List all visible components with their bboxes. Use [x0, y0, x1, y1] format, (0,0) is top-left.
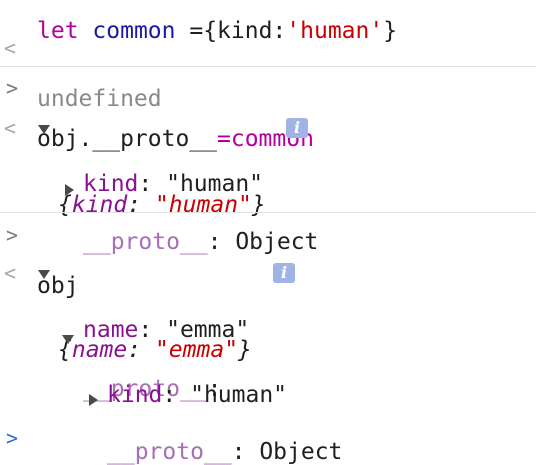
triangle-right-icon[interactable]	[89, 394, 98, 406]
property-text[interactable]: __proto__: Object	[107, 439, 342, 465]
chevron-right-icon[interactable]: >	[6, 426, 18, 450]
triangle-down-icon[interactable]	[38, 125, 50, 134]
triangle-down-icon[interactable]	[62, 335, 74, 344]
divider	[0, 212, 536, 213]
info-icon[interactable]: i	[273, 263, 295, 283]
chevron-left-icon: <	[4, 261, 17, 285]
info-icon[interactable]: i	[286, 118, 308, 138]
triangle-right-icon[interactable]	[65, 184, 74, 196]
chevron-left-icon: <	[4, 116, 17, 140]
divider	[0, 66, 536, 67]
chevron-right-icon: >	[6, 76, 19, 100]
chevron-right-icon: >	[6, 223, 19, 247]
object-property-proto[interactable]: __proto__: Object	[0, 387, 536, 465]
triangle-down-icon[interactable]	[38, 270, 50, 279]
chevron-left-icon: <	[4, 36, 17, 60]
